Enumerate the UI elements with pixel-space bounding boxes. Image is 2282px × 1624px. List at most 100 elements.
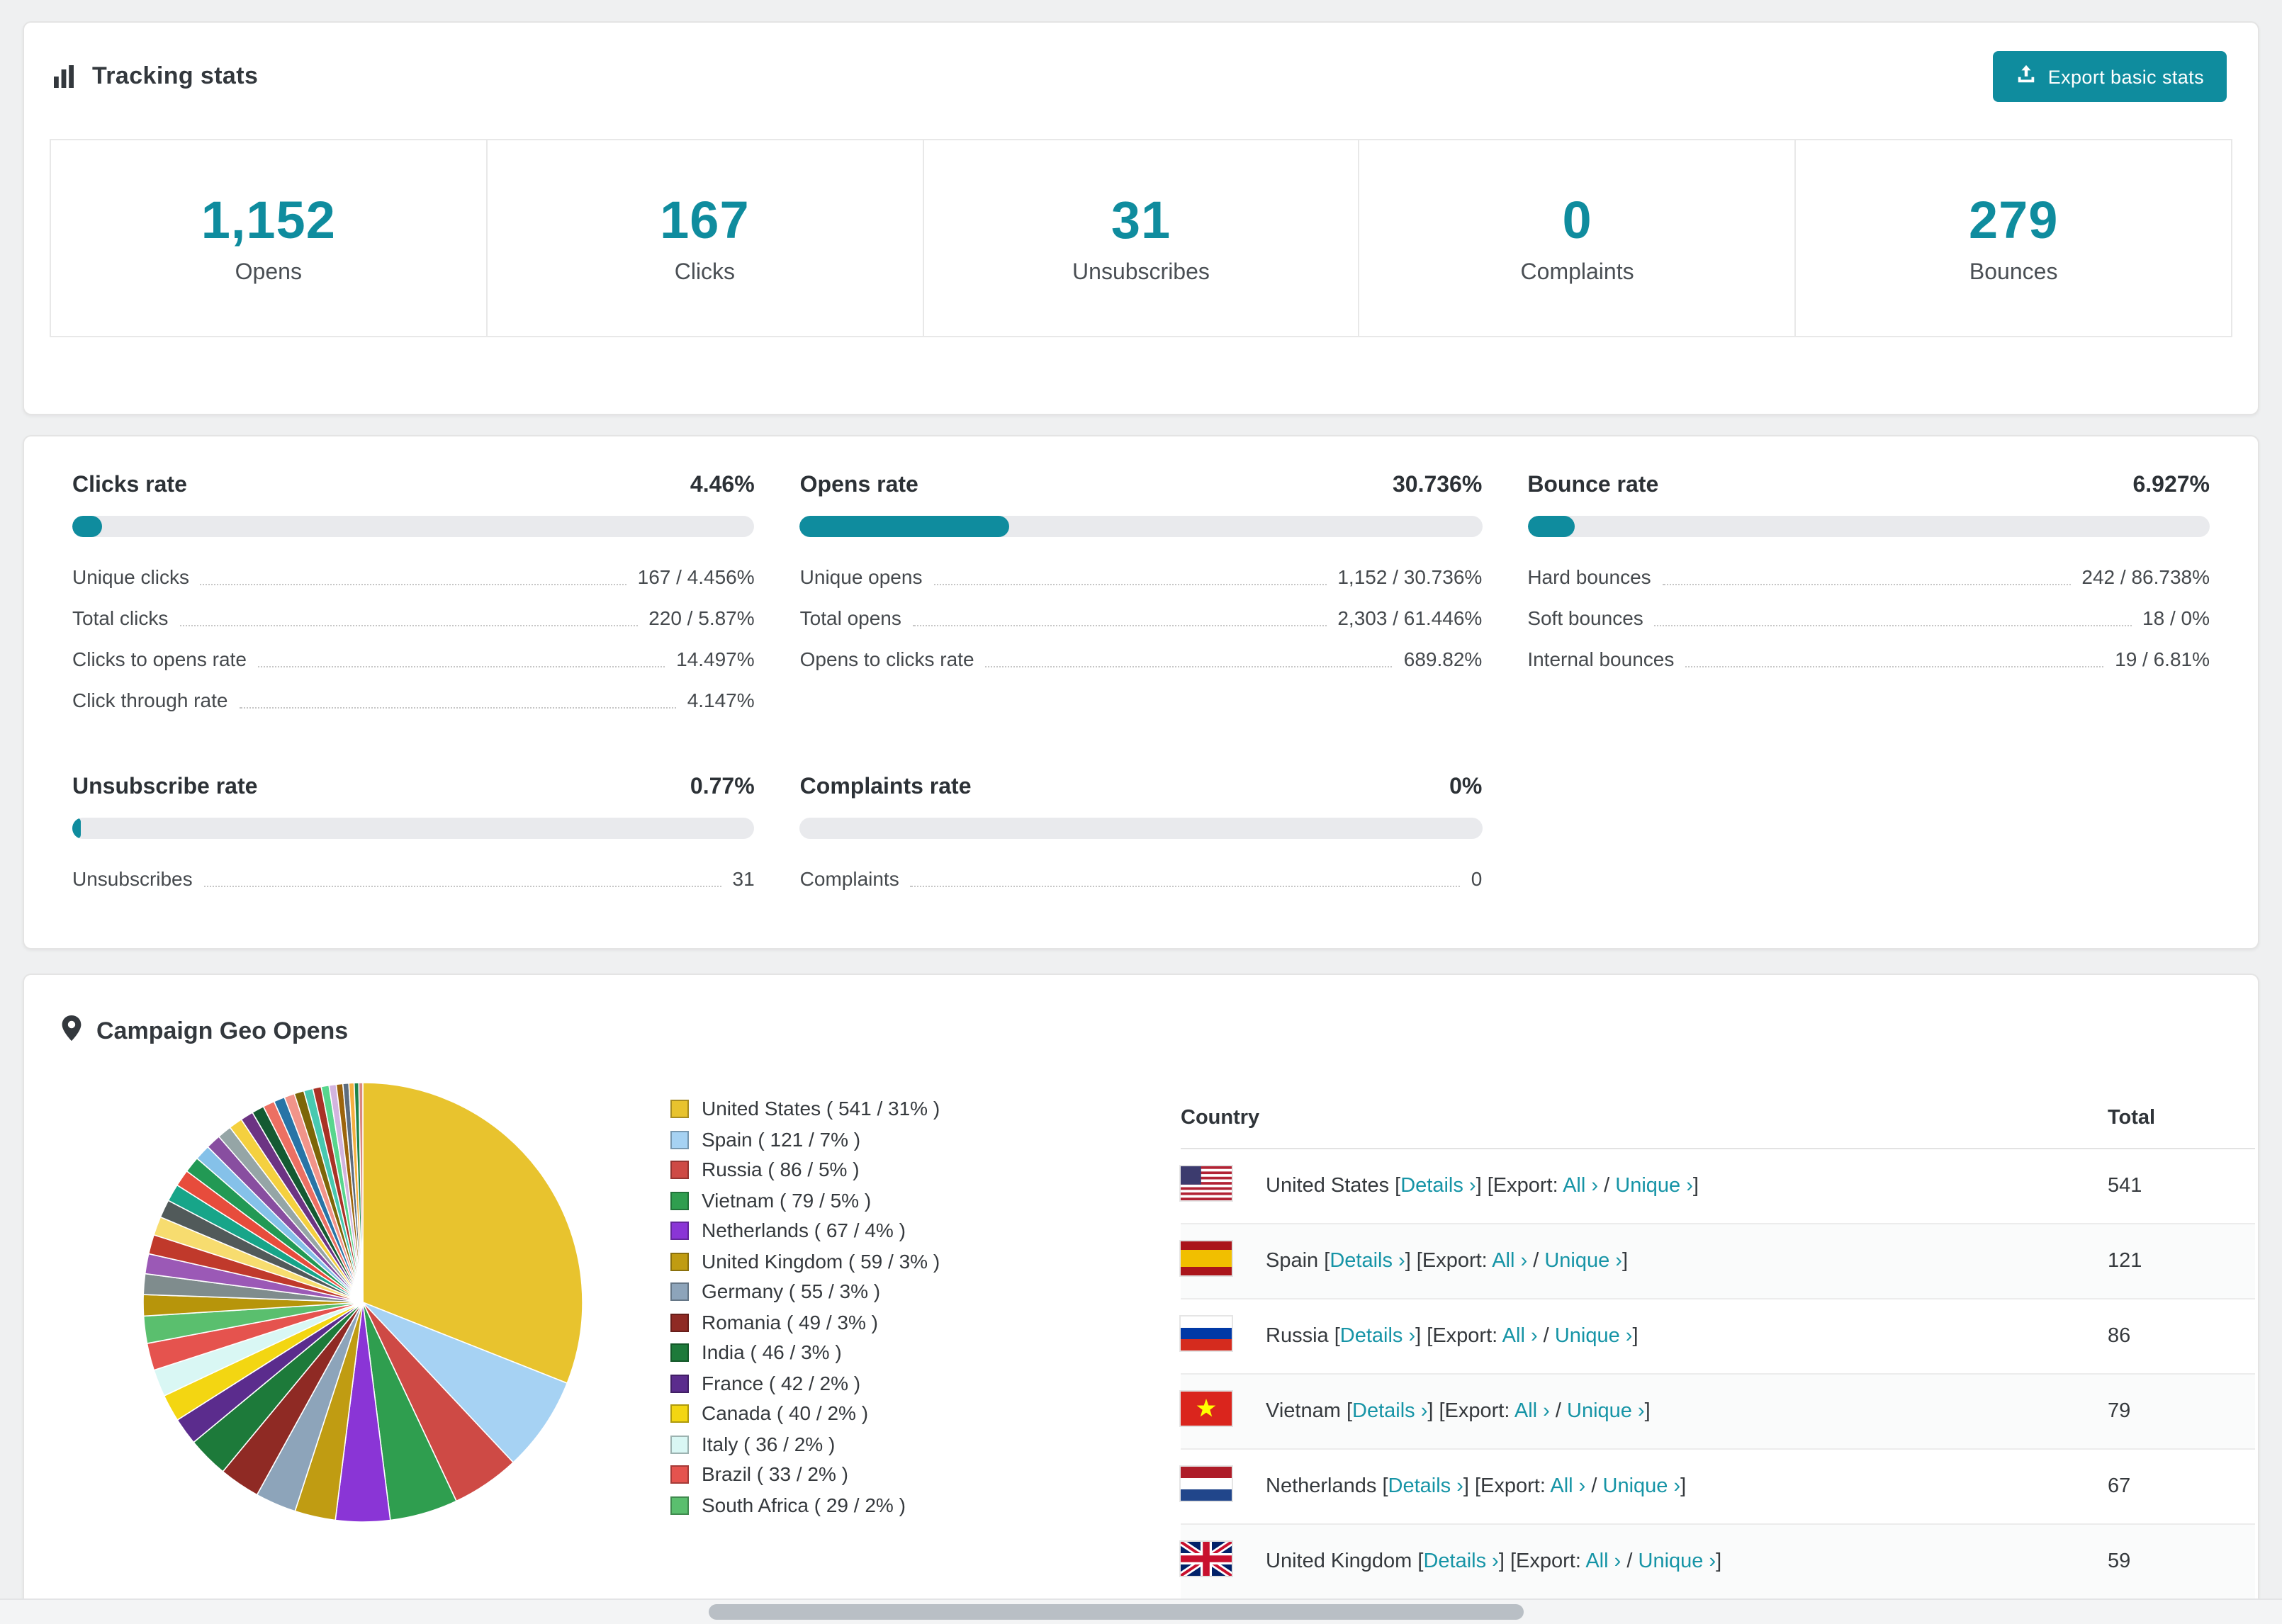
stat-value: 167 xyxy=(660,191,750,249)
stat-line-label: Click through rate xyxy=(72,689,228,711)
dotted-leader xyxy=(933,584,1327,585)
stat-line-label: Total clicks xyxy=(72,607,169,629)
details-link[interactable]: Details › xyxy=(1388,1475,1463,1498)
table-row-spain: Spain [Details ›] [Export: All › / Uniqu… xyxy=(1181,1224,2255,1299)
stat-line-value: 4.147% xyxy=(687,689,755,711)
export-all-link[interactable]: All › xyxy=(1550,1475,1585,1498)
stat-line-value: 2,303 / 61.446% xyxy=(1337,607,1483,629)
export-all-link[interactable]: All › xyxy=(1563,1175,1598,1197)
geo-opens-header: Campaign Geo Opens xyxy=(24,975,2258,1049)
rate-title: Complaints rate xyxy=(799,775,972,799)
details-link[interactable]: Details › xyxy=(1423,1550,1498,1573)
stat-line-unique-opens: Unique opens 1,152 / 30.736% xyxy=(800,557,1483,598)
dotted-leader xyxy=(1662,584,2071,585)
table-header-row: Country Total xyxy=(1181,1088,2255,1149)
horizontal-scrollbar-thumb[interactable] xyxy=(709,1604,1524,1620)
progress-bar xyxy=(72,516,755,537)
export-all-link[interactable]: All › xyxy=(1492,1250,1527,1273)
stat-line-clicks-to-opens-rate: Clicks to opens rate 14.497% xyxy=(72,639,755,680)
export-unique-link[interactable]: Unique › xyxy=(1615,1175,1693,1197)
table-row-netherlands: Netherlands [Details ›] [Export: All › /… xyxy=(1181,1449,2255,1525)
stat-label: Complaints xyxy=(1520,260,1634,284)
column-header-country: Country xyxy=(1181,1088,2108,1149)
stat-line-value: 18 / 0% xyxy=(2142,607,2210,629)
legend-label: Vietnam ( 79 / 5% ) xyxy=(702,1188,872,1211)
rate-block-bounce-rate: Bounce rate 6.927% Hard bounces 242 / 86.73… xyxy=(1527,473,2210,721)
stat-line-label: Opens to clicks rate xyxy=(799,648,974,670)
stat-label: Clicks xyxy=(674,260,736,284)
stat-line-label: Complaints xyxy=(799,867,899,890)
details-link[interactable]: Details › xyxy=(1352,1400,1427,1423)
country-name: Russia xyxy=(1266,1325,1334,1348)
details-link[interactable]: Details › xyxy=(1340,1325,1415,1348)
stat-line-click-through-rate: Click through rate 4.147% xyxy=(72,680,755,721)
progress-bar-fill xyxy=(72,516,103,537)
export-unique-link[interactable]: Unique › xyxy=(1544,1250,1622,1273)
export-unique-link[interactable]: Unique › xyxy=(1555,1325,1633,1348)
export-basic-stats-button[interactable]: Export basic stats xyxy=(1992,51,2227,102)
stat-line-value: 242 / 86.738% xyxy=(2081,565,2210,588)
details-link[interactable]: Details › xyxy=(1400,1175,1476,1197)
details-link[interactable]: Details › xyxy=(1330,1250,1405,1273)
country-total: 86 xyxy=(2108,1299,2255,1375)
stat-value: 1,152 xyxy=(201,191,336,249)
stat-line-total-clicks: Total clicks 220 / 5.87% xyxy=(72,598,755,639)
export-unique-link[interactable]: Unique › xyxy=(1603,1475,1681,1498)
stat-box-complaints: 0 Complaints xyxy=(1358,139,1797,337)
dotted-leader xyxy=(203,886,721,887)
geo-opens-pie-chart xyxy=(142,1082,583,1523)
stat-line-unsubscribes: Unsubscribes 31 xyxy=(72,859,755,900)
legend-item-germany: Germany ( 55 / 3% ) xyxy=(670,1277,940,1307)
legend-label: Canada ( 40 / 2% ) xyxy=(702,1402,869,1424)
stat-line-value: 0 xyxy=(1471,867,1483,890)
column-header-total: Total xyxy=(2108,1088,2255,1149)
map-pin-icon xyxy=(61,1015,82,1049)
country-name: Netherlands xyxy=(1266,1475,1383,1498)
dotted-leader xyxy=(200,584,626,585)
legend-label: South Africa ( 29 / 2% ) xyxy=(702,1493,906,1516)
legend-item-italy: Italy ( 36 / 2% ) xyxy=(670,1429,940,1460)
stat-line-label: Soft bounces xyxy=(1527,607,1643,629)
legend-label: Spain ( 121 / 7% ) xyxy=(702,1127,861,1150)
stat-line-internal-bounces: Internal bounces 19 / 6.81% xyxy=(1527,639,2210,680)
stat-line-label: Unique opens xyxy=(799,565,923,588)
progress-bar xyxy=(1527,516,2210,537)
flag-us-icon xyxy=(1181,1166,1232,1200)
geo-opens-card: Campaign Geo Opens United States ( 541 /… xyxy=(23,974,2259,1624)
legend-swatch-icon xyxy=(670,1191,689,1210)
flag-vn-icon xyxy=(1181,1392,1232,1426)
rate-title: Bounce rate xyxy=(1527,473,1659,497)
export-unique-link[interactable]: Unique › xyxy=(1639,1550,1716,1573)
legend-swatch-icon xyxy=(670,1343,689,1363)
table-row-vietnam: Vietnam [Details ›] [Export: All › / Uni… xyxy=(1181,1374,2255,1450)
legend-swatch-icon xyxy=(670,1252,689,1271)
stat-line-label: Clicks to opens rate xyxy=(72,648,247,670)
geo-opens-legend: United States ( 541 / 31% ) Spain ( 121 /… xyxy=(670,1094,940,1521)
table-row-united-kingdom: United Kingdom [Details ›] [Export: All … xyxy=(1181,1524,2255,1600)
export-unique-link[interactable]: Unique › xyxy=(1567,1400,1645,1423)
export-all-link[interactable]: All › xyxy=(1514,1400,1550,1423)
rate-block-opens-rate: Opens rate 30.736% Unique opens 1,152 / 30.… xyxy=(799,473,1483,721)
legend-item-south-africa: South Africa ( 29 / 2% ) xyxy=(670,1490,940,1521)
dotted-leader xyxy=(1685,666,2104,667)
rates-card: Clicks rate 4.46% Unique clicks 167 / 4.456… xyxy=(23,435,2259,949)
legend-item-romania: Romania ( 49 / 3% ) xyxy=(670,1307,940,1338)
tracking-stats-card: Tracking stats Export basic stats 1,152 O… xyxy=(23,21,2259,415)
dotted-leader xyxy=(910,886,1460,887)
horizontal-scrollbar[interactable] xyxy=(0,1598,2282,1624)
export-all-link[interactable]: All › xyxy=(1502,1325,1538,1348)
country-total: 121 xyxy=(2108,1224,2255,1299)
stat-box-unsubscribes: 31 Unsubscribes xyxy=(922,139,1360,337)
tracking-stats-title: Tracking stats xyxy=(52,62,258,91)
rate-block-unsubscribe-rate: Unsubscribe rate 0.77% Unsubscribes 31 xyxy=(72,775,755,900)
rate-value: 0.77% xyxy=(690,775,755,799)
stat-line-label: Hard bounces xyxy=(1527,565,1651,588)
country-name: Vietnam xyxy=(1266,1400,1347,1423)
export-all-link[interactable]: All › xyxy=(1585,1550,1621,1573)
legend-item-vietnam: Vietnam ( 79 / 5% ) xyxy=(670,1185,940,1216)
progress-bar xyxy=(799,516,1483,537)
geo-opens-table: Country Total United States [Details ›] … xyxy=(1181,1088,2255,1624)
dotted-leader xyxy=(912,625,1327,626)
rate-title: Opens rate xyxy=(799,473,918,497)
legend-item-india: India ( 46 / 3% ) xyxy=(670,1338,940,1368)
